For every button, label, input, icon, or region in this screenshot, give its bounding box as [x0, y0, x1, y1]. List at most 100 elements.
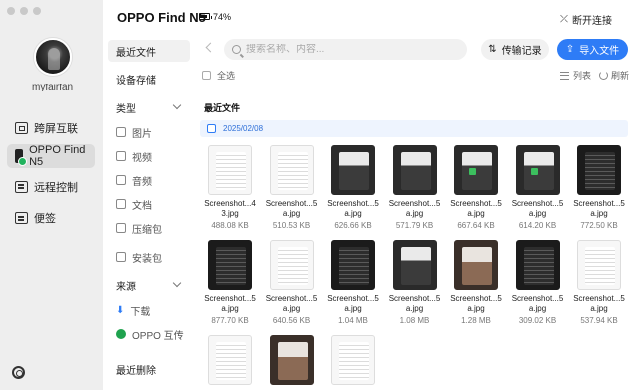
select-all-checkbox[interactable] — [202, 71, 211, 80]
file-thumbnail — [331, 240, 375, 290]
file-tile[interactable]: Screenshot...5 a.jpg 1.08 MB — [385, 240, 445, 325]
file-name-suffix: a.jpg — [590, 209, 608, 218]
file-tile[interactable]: Screenshot...5 a.jpg 537.94 KB — [569, 240, 629, 325]
file-name-suffix: a.jpg — [344, 209, 362, 218]
refresh-button[interactable]: 刷新 — [599, 69, 629, 82]
sidebar-item-label: 跨屏互联 — [34, 123, 78, 135]
disconnect-button[interactable]: ⤫ 断开连接 — [560, 12, 612, 27]
avatar[interactable] — [34, 38, 72, 76]
file-thumbnail — [269, 145, 314, 195]
disconnect-icon: ⤫ — [560, 14, 568, 25]
file-tile[interactable]: Screenshot...5 a.jpg 309.02 KB — [508, 240, 568, 325]
file-thumbnail — [454, 240, 498, 290]
category-audio[interactable]: 音频 — [108, 169, 190, 191]
sidebar-item-remote-control[interactable]: 远程控制 — [7, 175, 95, 199]
file-name: Screenshot...5 — [204, 294, 256, 303]
file-thumbnail — [331, 145, 375, 195]
close-window-button[interactable] — [7, 7, 15, 15]
file-tile[interactable]: Screenshot...5 a.jpg 667.64 KB — [446, 145, 506, 230]
file-tile[interactable]: Screenshot...5 a.jpg 614.20 KB — [508, 145, 568, 230]
minimize-window-button[interactable] — [20, 7, 28, 15]
list-view-toggle[interactable]: 列表 — [560, 69, 591, 82]
import-file-label: 导入文件 — [579, 46, 620, 57]
sidebar-item-cross-screen[interactable]: 跨屏互联 — [7, 116, 95, 140]
category-label: 来源 — [116, 281, 136, 293]
file-size: 667.64 KB — [457, 221, 495, 230]
category-label: 设备存储 — [116, 75, 156, 87]
file-name: Screenshot...5 — [265, 199, 318, 208]
file-name: Screenshot...5 — [450, 294, 502, 303]
category-type-header[interactable]: 类型 — [108, 96, 190, 118]
category-label: 音频 — [132, 176, 152, 188]
upload-icon: ⇪ — [565, 44, 575, 55]
file-tile[interactable]: Screenshot...5 a.jpg 510.53 KB — [262, 145, 322, 230]
category-oppo-share[interactable]: OPPO 互传 — [108, 323, 190, 345]
file-tile[interactable]: Screenshot...5 a.jpg 772.50 KB — [569, 145, 629, 230]
file-name-suffix: a.jpg — [405, 304, 424, 313]
file-thumbnail — [269, 240, 314, 290]
sidebar-item-notes[interactable]: 便签 — [7, 206, 95, 230]
file-tile[interactable]: Screenshot...9 — [262, 335, 322, 390]
import-file-button[interactable]: ⇪ 导入文件 — [557, 39, 628, 60]
back-arrow-icon[interactable] — [205, 42, 216, 53]
search-bar[interactable] — [224, 39, 467, 60]
category-device-storage[interactable]: 设备存储 — [108, 68, 190, 90]
file-name: Screenshot...5 — [388, 294, 441, 303]
file-name-suffix: a.jpg — [528, 209, 547, 218]
refresh-icon — [599, 71, 608, 80]
category-label: 最近文件 — [116, 47, 156, 59]
file-tile[interactable]: Screenshot...4 — [200, 335, 260, 390]
category-archives[interactable]: 压缩包 — [108, 217, 190, 239]
file-name-suffix: a.jpg — [282, 209, 301, 218]
category-videos[interactable]: 视频 — [108, 145, 190, 167]
transfer-history-button[interactable]: ⇅ 传输记录 — [481, 39, 549, 60]
file-size: 1.08 MB — [399, 316, 430, 325]
file-tile[interactable]: Screenshot...5 a.jpg 640.56 KB — [262, 240, 322, 325]
category-recent-files[interactable]: 最近文件 — [108, 40, 190, 62]
search-input[interactable] — [246, 44, 456, 55]
category-packages[interactable]: 安装包 — [108, 246, 190, 268]
file-tile[interactable]: Screenshot...5 — [323, 335, 383, 390]
oppo-share-icon — [116, 329, 126, 339]
date-group-checkbox[interactable] — [207, 124, 216, 133]
file-thumbnail — [515, 240, 560, 290]
file-tile[interactable]: Screenshot...5 a.jpg 626.66 KB — [323, 145, 383, 230]
window-controls — [7, 7, 41, 15]
zoom-window-button[interactable] — [33, 7, 41, 15]
file-tile[interactable]: Screenshot...5 a.jpg 571.79 KB — [385, 145, 445, 230]
archive-icon — [116, 223, 126, 233]
file-tile[interactable]: Screenshot...4 3.jpg 488.08 KB — [200, 145, 260, 230]
chevron-down-icon — [172, 100, 182, 110]
file-size: 640.56 KB — [272, 316, 311, 325]
file-name-suffix: a.jpg — [467, 304, 485, 313]
select-all[interactable]: 全选 — [202, 69, 235, 82]
notes-icon — [15, 212, 28, 224]
file-name: Screenshot...4 — [204, 199, 256, 208]
file-name-suffix: a.jpg — [590, 304, 608, 313]
package-icon — [116, 252, 126, 262]
category-recently-deleted[interactable]: 最近删除 — [108, 358, 190, 380]
gear-icon[interactable] — [12, 366, 25, 379]
file-size: 614.20 KB — [518, 221, 557, 230]
file-tile[interactable]: Screenshot...5 a.jpg 1.28 MB — [446, 240, 506, 325]
category-documents[interactable]: 文档 — [108, 193, 190, 215]
transfer-arrows-icon: ⇅ — [488, 44, 497, 55]
list-icon — [560, 71, 569, 80]
category-source-header[interactable]: 来源 — [108, 274, 190, 296]
category-label: 安装包 — [132, 253, 162, 265]
file-tile[interactable]: Screenshot...5 a.jpg 877.70 KB — [200, 240, 260, 325]
category-images[interactable]: 图片 — [108, 121, 190, 143]
file-name: Screenshot...5 — [388, 199, 441, 208]
list-view-label: 列表 — [573, 71, 592, 81]
file-tile[interactable]: Screenshot...5 a.jpg 1.04 MB — [323, 240, 383, 325]
category-label: 视频 — [132, 152, 152, 164]
document-icon — [116, 199, 126, 209]
date-group-header[interactable]: 2025/02/08 — [200, 120, 628, 137]
sidebar-item-device[interactable]: OPPO Find N5 — [7, 144, 95, 168]
category-downloads[interactable]: ⬇ 下载 — [108, 299, 190, 321]
sidebar-item-label: OPPO Find N5 — [29, 144, 86, 168]
file-thumbnail — [392, 240, 437, 290]
file-name: Screenshot...5 — [573, 199, 625, 208]
file-size: 877.70 KB — [211, 316, 249, 325]
section-title: 最近文件 — [204, 103, 241, 113]
